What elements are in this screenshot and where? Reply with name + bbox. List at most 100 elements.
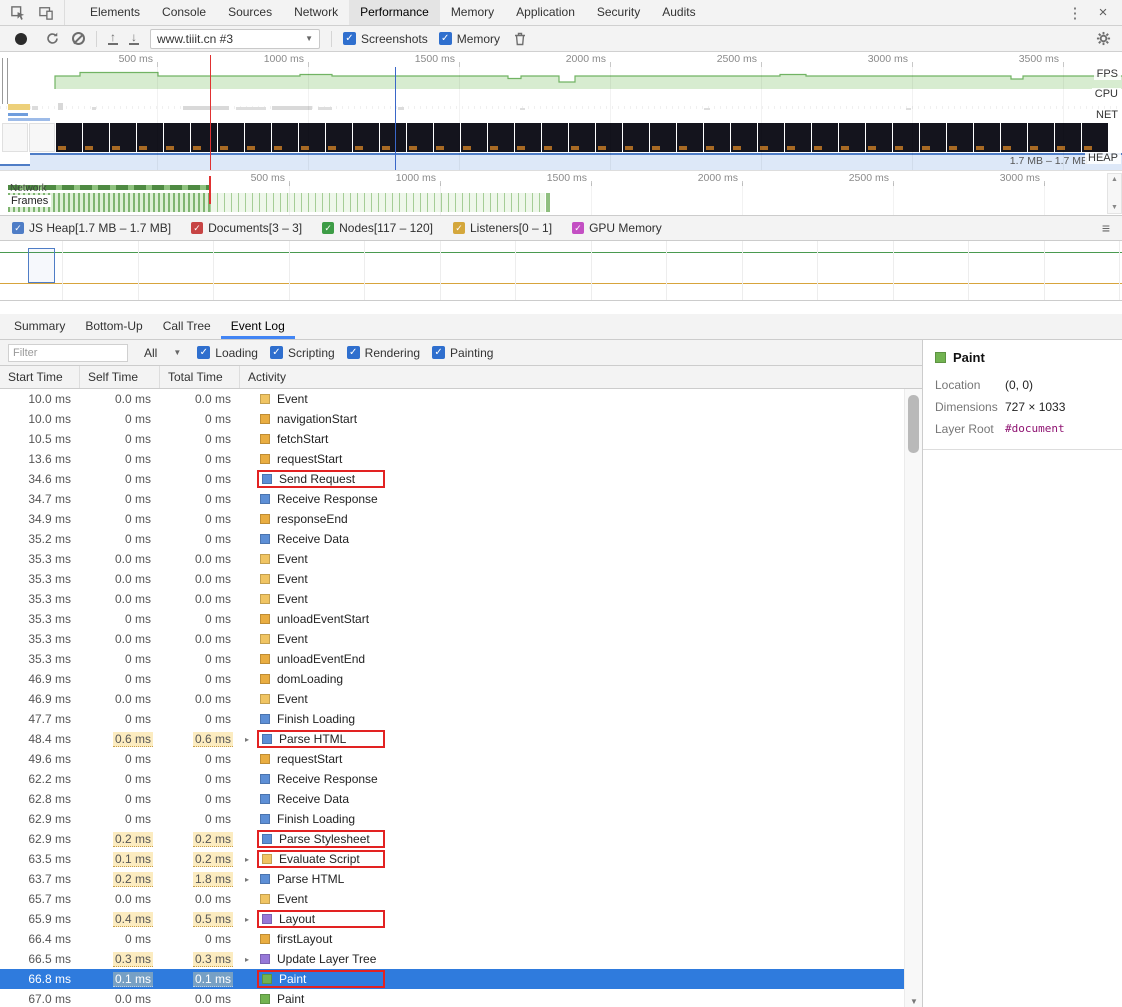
tab-elements[interactable]: Elements — [79, 0, 151, 25]
tab-network[interactable]: Network — [283, 0, 349, 25]
filter-checkbox-scripting[interactable]: ✓ Scripting — [269, 346, 335, 360]
detail-tab-call-tree[interactable]: Call Tree — [153, 314, 221, 339]
frames-timeline[interactable]: 500 ms 1000 ms 1500 ms 2000 ms 2500 ms 3000 m… — [0, 170, 1122, 215]
close-devtools-icon[interactable]: × — [1094, 4, 1112, 22]
screenshot-thumbnail[interactable] — [974, 123, 1000, 152]
tab-sources[interactable]: Sources — [217, 0, 283, 25]
screenshot-thumbnail[interactable] — [866, 123, 892, 152]
overview-window-grip[interactable] — [2, 58, 3, 104]
screenshot-thumbnail[interactable] — [407, 123, 433, 152]
column-header-total-time[interactable]: Total Time — [160, 366, 240, 388]
screenshot-thumbnail[interactable] — [461, 123, 487, 152]
event-log-scrollbar[interactable]: ▼ — [904, 389, 922, 1007]
detail-tab-bottom-up[interactable]: Bottom-Up — [75, 314, 152, 339]
screenshot-thumbnail[interactable] — [812, 123, 838, 152]
event-log-row[interactable]: 35.2 ms 0 ms 0 ms ▸Receive Data — [0, 529, 904, 549]
counters-menu-icon[interactable]: ≡ — [1102, 220, 1110, 236]
save-profile-icon[interactable]: ↓ — [129, 31, 139, 45]
screenshot-thumbnail[interactable] — [704, 123, 730, 152]
screenshot-thumbnail[interactable] — [623, 123, 649, 152]
tab-performance[interactable]: Performance — [349, 0, 440, 25]
screenshot-thumbnail[interactable] — [596, 123, 622, 152]
event-log-row[interactable]: 63.5 ms 0.1 ms 0.2 ms ▸ Evaluate Script — [0, 849, 904, 869]
screenshot-thumbnail[interactable] — [326, 123, 352, 152]
inspect-element-icon[interactable] — [9, 4, 27, 22]
event-log-row[interactable]: 10.0 ms 0.0 ms 0.0 ms ▸Event — [0, 389, 904, 409]
screenshot-thumbnail[interactable] — [1082, 123, 1108, 152]
tab-application[interactable]: Application — [505, 0, 586, 25]
screenshots-checkbox[interactable]: ✓ Screenshots — [343, 32, 428, 46]
counter-toggle-documents[interactable]: ✓ Documents[3 – 3] — [191, 221, 302, 235]
counter-toggle-listeners[interactable]: ✓ Listeners[0 – 1] — [453, 221, 552, 235]
event-log-row[interactable]: 66.4 ms 0 ms 0 ms ▸firstLayout — [0, 929, 904, 949]
screenshot-thumbnail[interactable] — [434, 123, 460, 152]
scroll-up-icon[interactable]: ▲ — [1111, 176, 1118, 183]
screenshot-thumbnail[interactable] — [272, 123, 298, 152]
event-log-row[interactable]: 62.9 ms 0.2 ms 0.2 ms ▸Parse Stylesheet — [0, 829, 904, 849]
event-log-row[interactable]: 63.7 ms 0.2 ms 1.8 ms ▸ Parse HTML — [0, 869, 904, 889]
tab-console[interactable]: Console — [151, 0, 217, 25]
event-log-row[interactable]: 46.9 ms 0 ms 0 ms ▸domLoading — [0, 669, 904, 689]
load-profile-icon[interactable]: ↑ — [108, 31, 118, 45]
screenshot-thumbnail[interactable] — [1028, 123, 1054, 152]
expand-icon[interactable]: ▸ — [245, 915, 254, 924]
event-log-row[interactable]: 10.5 ms 0 ms 0 ms ▸fetchStart — [0, 429, 904, 449]
device-toolbar-icon[interactable] — [37, 4, 55, 22]
counter-toggle-gpu-memory[interactable]: ✓ GPU Memory — [572, 221, 662, 235]
event-log-row[interactable]: 62.9 ms 0 ms 0 ms ▸Finish Loading — [0, 809, 904, 829]
timeline-overview[interactable]: 500 ms 1000 ms 1500 ms 2000 ms 2500 ms 3000 m… — [0, 52, 1122, 170]
counters-graph[interactable] — [0, 241, 1122, 301]
screenshot-thumbnail[interactable] — [650, 123, 676, 152]
event-log-row[interactable]: 48.4 ms 0.6 ms 0.6 ms ▸ Parse HTML — [0, 729, 904, 749]
event-log-row[interactable]: 49.6 ms 0 ms 0 ms ▸requestStart — [0, 749, 904, 769]
screenshot-thumbnail[interactable] — [785, 123, 811, 152]
screenshot-thumbnail[interactable] — [2, 123, 28, 152]
tab-audits[interactable]: Audits — [651, 0, 706, 25]
counter-toggle-js-heap[interactable]: ✓ JS Heap[1.7 MB – 1.7 MB] — [12, 221, 171, 235]
screenshot-thumbnail[interactable] — [83, 123, 109, 152]
scrollbar-thumb[interactable] — [908, 395, 919, 453]
event-log-row[interactable]: 66.5 ms 0.3 ms 0.3 ms ▸ Update Layer Tree — [0, 949, 904, 969]
recording-select[interactable]: www.tiiit.cn #3 ▼ — [150, 28, 320, 49]
filter-checkbox-loading[interactable]: ✓ Loading — [197, 346, 258, 360]
screenshot-thumbnail[interactable] — [515, 123, 541, 152]
screenshot-thumbnail[interactable] — [137, 123, 163, 152]
garbage-collect-icon[interactable] — [511, 30, 529, 48]
screenshot-thumbnail[interactable] — [380, 123, 406, 152]
filter-checkbox-rendering[interactable]: ✓ Rendering — [346, 346, 420, 360]
event-log-row[interactable]: 34.6 ms 0 ms 0 ms ▸Send Request — [0, 469, 904, 489]
screenshot-thumbnail[interactable] — [542, 123, 568, 152]
screenshot-thumbnail[interactable] — [1055, 123, 1081, 152]
screenshot-thumbnail[interactable] — [218, 123, 244, 152]
screenshot-thumbnail[interactable] — [677, 123, 703, 152]
screenshot-thumbnail[interactable] — [353, 123, 379, 152]
expand-icon[interactable]: ▸ — [245, 955, 254, 964]
event-log-row[interactable]: 34.7 ms 0 ms 0 ms ▸Receive Response — [0, 489, 904, 509]
event-log-row[interactable]: 47.7 ms 0 ms 0 ms ▸Finish Loading — [0, 709, 904, 729]
screenshot-thumbnail[interactable] — [1001, 123, 1027, 152]
more-options-icon[interactable]: ⋮ — [1066, 4, 1084, 22]
timeline-scrollbar[interactable]: ▲ ▼ — [1107, 173, 1122, 214]
screenshot-thumbnail[interactable] — [245, 123, 271, 152]
event-log-row[interactable]: 35.3 ms 0.0 ms 0.0 ms ▸Event — [0, 589, 904, 609]
screenshot-thumbnail[interactable] — [488, 123, 514, 152]
screenshot-thumbnail[interactable] — [947, 123, 973, 152]
tab-security[interactable]: Security — [586, 0, 651, 25]
reload-and-record-icon[interactable] — [43, 30, 61, 48]
filter-checkbox-painting[interactable]: ✓ Painting — [432, 346, 493, 360]
screenshot-thumbnail[interactable] — [839, 123, 865, 152]
record-button[interactable] — [15, 32, 27, 45]
layer-root-link[interactable]: #document — [1005, 423, 1065, 435]
screenshot-thumbnail[interactable] — [191, 123, 217, 152]
column-header-start-time[interactable]: Start Time — [0, 366, 80, 388]
scroll-down-icon[interactable]: ▼ — [1111, 204, 1118, 211]
event-log-row[interactable]: 65.7 ms 0.0 ms 0.0 ms ▸Event — [0, 889, 904, 909]
tab-memory[interactable]: Memory — [440, 0, 505, 25]
expand-icon[interactable]: ▸ — [245, 875, 254, 884]
settings-gear-icon[interactable] — [1094, 30, 1112, 48]
memory-checkbox[interactable]: ✓ Memory — [438, 32, 500, 46]
event-log-row[interactable]: 13.6 ms 0 ms 0 ms ▸requestStart — [0, 449, 904, 469]
event-log-row[interactable]: 35.3 ms 0 ms 0 ms ▸unloadEventStart — [0, 609, 904, 629]
column-header-self-time[interactable]: Self Time — [80, 366, 160, 388]
detail-tab-event-log[interactable]: Event Log — [221, 314, 295, 339]
